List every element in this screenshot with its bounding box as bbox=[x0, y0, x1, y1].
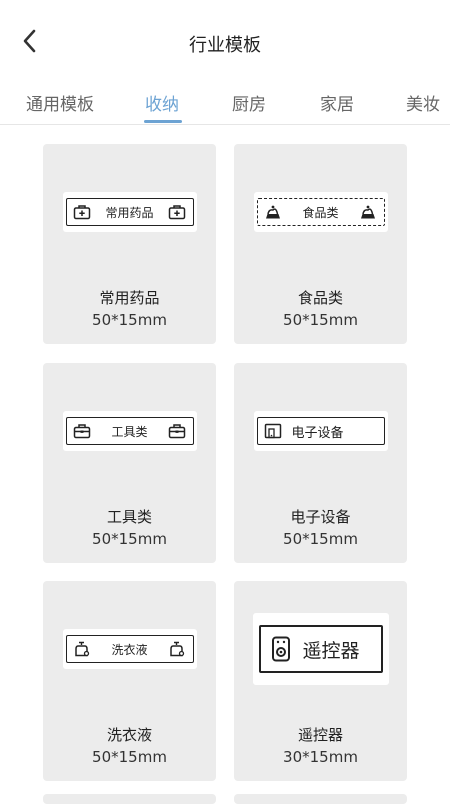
template-card-food[interactable]: 食品类 食品类 50*15mm bbox=[234, 144, 407, 344]
dessert-icon bbox=[361, 205, 376, 219]
tab-storage[interactable]: 收纳 bbox=[145, 90, 179, 115]
template-name: 遥控器 bbox=[297, 726, 343, 744]
tab-kitchen[interactable]: 厨房 bbox=[232, 90, 266, 115]
template-card-partial bbox=[43, 794, 216, 804]
phone-tablet-icon bbox=[264, 423, 281, 439]
detergent-bottle-icon bbox=[74, 641, 89, 657]
label-preview: 遥控器 bbox=[252, 613, 389, 685]
template-card-tools[interactable]: 工具类 工具类 50*15mm bbox=[43, 363, 216, 563]
label-text: 工具类 bbox=[111, 424, 148, 439]
toolbox-icon bbox=[73, 424, 90, 439]
label-text: 电子设备 bbox=[291, 425, 344, 441]
template-card-electronics[interactable]: 电子设备 电子设备 50*15mm bbox=[234, 363, 407, 563]
label-preview: 食品类 bbox=[253, 192, 388, 232]
top-bar: 行业模板 bbox=[0, 0, 450, 80]
template-name: 洗衣液 bbox=[106, 726, 152, 744]
label-preview: 电子设备 bbox=[253, 411, 388, 451]
label-preview: 洗衣液 bbox=[62, 629, 197, 669]
detergent-bottle-icon bbox=[170, 641, 185, 657]
template-card-partial bbox=[234, 794, 407, 804]
template-name: 食品类 bbox=[297, 289, 343, 307]
category-tabs: 通用模板 收纳 厨房 家居 美妆 bbox=[0, 84, 450, 125]
dessert-icon bbox=[265, 205, 280, 219]
template-size: 50*15mm bbox=[92, 530, 167, 548]
tab-home[interactable]: 家居 bbox=[320, 90, 354, 115]
template-card-medicine[interactable]: 常用药品 常用药品 50*15mm bbox=[43, 144, 216, 344]
template-card-remote[interactable]: 遥控器 遥控器 30*15mm bbox=[234, 581, 407, 781]
label-text: 洗衣液 bbox=[111, 642, 148, 657]
label-preview: 工具类 bbox=[62, 411, 197, 451]
template-name: 工具类 bbox=[106, 508, 152, 526]
template-card-detergent[interactable]: 洗衣液 洗衣液 50*15mm bbox=[43, 581, 216, 781]
first-aid-kit-icon bbox=[169, 205, 186, 220]
label-preview: 常用药品 bbox=[62, 192, 197, 232]
label-text: 遥控器 bbox=[302, 639, 360, 662]
template-size: 50*15mm bbox=[283, 530, 358, 548]
remote-control-icon bbox=[271, 636, 290, 662]
template-size: 30*15mm bbox=[283, 748, 358, 766]
template-name: 常用药品 bbox=[99, 289, 160, 307]
template-size: 50*15mm bbox=[92, 311, 167, 329]
toolbox-icon bbox=[169, 424, 186, 439]
template-size: 50*15mm bbox=[283, 311, 358, 329]
template-size: 50*15mm bbox=[92, 748, 167, 766]
tab-general[interactable]: 通用模板 bbox=[26, 90, 94, 115]
template-name: 电子设备 bbox=[290, 508, 351, 526]
first-aid-kit-icon bbox=[73, 205, 90, 220]
tab-beauty[interactable]: 美妆 bbox=[406, 90, 440, 115]
label-text: 食品类 bbox=[302, 205, 339, 220]
active-tab-indicator bbox=[144, 120, 182, 123]
page-title: 行业模板 bbox=[189, 35, 261, 56]
label-text: 常用药品 bbox=[105, 205, 154, 220]
